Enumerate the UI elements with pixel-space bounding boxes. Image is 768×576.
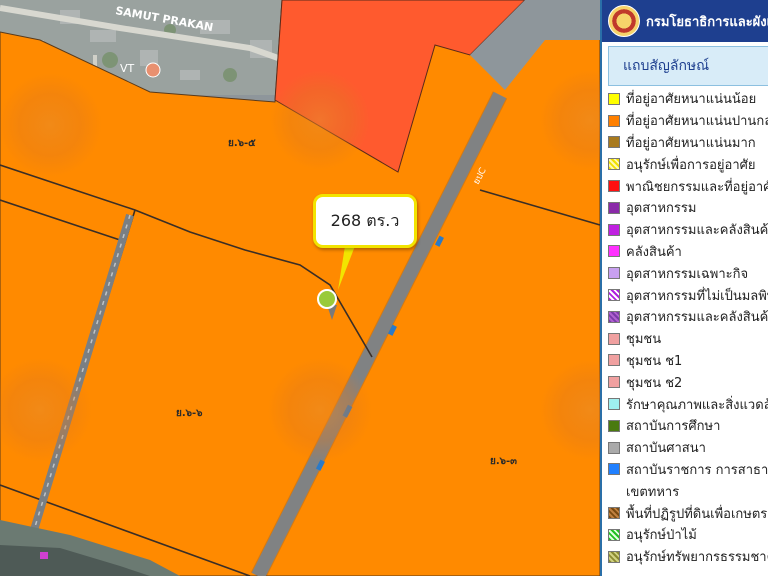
legend-swatch bbox=[608, 289, 620, 302]
legend-item: คลังสินค้า bbox=[608, 241, 768, 263]
legend-swatch bbox=[608, 398, 620, 411]
legend-item: อุตสาหกรรมเฉพาะกิจ bbox=[608, 262, 768, 284]
legend-swatch bbox=[608, 332, 620, 345]
legend-header-title: กรมโยธาธิการและผังเมือง bbox=[646, 14, 768, 30]
legend-item-label: สถาบันศาสนา bbox=[626, 441, 706, 457]
legend-item: อนุรักษ์ป่าไม้ bbox=[608, 524, 768, 546]
legend-item-label: อุตสาหกรรมและคลังสินค้า bbox=[626, 310, 768, 326]
legend-panel: กรมโยธาธิการและผังเมือง แถบสัญลักษณ์ ที่… bbox=[600, 0, 768, 576]
legend-item-label: รักษาคุณภาพและสิ่งแวดล้อม bbox=[626, 397, 768, 413]
legend-item-label: อุตสาหกรรมเฉพาะกิจ bbox=[626, 266, 749, 282]
legend-item: พื้นที่ปฏิรูปที่ดินเพื่อเกษตรกรรม bbox=[608, 502, 768, 524]
legend-item: ชุมชน ช2 bbox=[608, 371, 768, 393]
legend-swatch bbox=[608, 485, 620, 497]
legend-item: ชุมชน bbox=[608, 328, 768, 350]
legend-item: สถาบันราชการ การสาธารณูปโภค bbox=[608, 459, 768, 481]
legend-item: ที่อยู่อาศัยหนาแน่นปานกลาง bbox=[608, 110, 768, 132]
legend-swatch bbox=[608, 158, 620, 171]
legend-swatch bbox=[608, 114, 620, 127]
legend-title: แถบสัญลักษณ์ bbox=[608, 46, 768, 86]
legend-swatch bbox=[608, 92, 620, 105]
poi-icon[interactable] bbox=[145, 62, 161, 78]
zone-label-2: ย.๖-๖ bbox=[176, 408, 203, 419]
legend-item-label: ที่อยู่อาศัยหนาแน่นมาก bbox=[626, 135, 756, 151]
legend-item-label: ชุมชน ช2 bbox=[626, 375, 683, 391]
legend-swatch bbox=[608, 136, 620, 149]
legend-item-label: พื้นที่ปฏิรูปที่ดินเพื่อเกษตรกรรม bbox=[626, 506, 768, 522]
legend-swatch bbox=[608, 245, 620, 258]
legend-swatch bbox=[608, 528, 620, 541]
legend-item: สถาบันศาสนา bbox=[608, 437, 768, 459]
zone-label-1: ย.๖-๕ bbox=[228, 138, 256, 149]
legend-swatch bbox=[608, 376, 620, 389]
department-seal-icon bbox=[608, 5, 640, 37]
legend-item-label: ที่อยู่อาศัยหนาแน่นปานกลาง bbox=[626, 114, 768, 130]
zone-label-3: ย.๖-๓ bbox=[490, 456, 517, 467]
legend-item-label: เขตทหาร bbox=[626, 484, 680, 500]
place-label-vt: VT bbox=[120, 62, 135, 75]
legend-swatch bbox=[608, 419, 620, 432]
legend-swatch bbox=[608, 223, 620, 236]
legend-item: รักษาคุณภาพและสิ่งแวดล้อม bbox=[608, 393, 768, 415]
legend-swatch bbox=[608, 310, 620, 323]
legend-item: อุตสาหกรรมที่ไม่เป็นมลพิษ bbox=[608, 284, 768, 306]
legend-swatch bbox=[608, 354, 620, 367]
legend-item-label: อุตสาหกรรมที่ไม่เป็นมลพิษ bbox=[626, 288, 768, 304]
legend-item-label: อนุรักษ์ทรัพยากรธรรมชาติ bbox=[626, 550, 768, 566]
legend-item-label: ชุมชน ช1 bbox=[626, 353, 683, 369]
legend-item-label: ชุมชน bbox=[626, 332, 662, 348]
legend-swatch bbox=[608, 550, 620, 563]
legend-item: เขตทหาร bbox=[608, 480, 768, 502]
legend-item-label: สถาบันการศึกษา bbox=[626, 419, 721, 435]
legend-header: กรมโยธาธิการและผังเมือง bbox=[602, 0, 768, 42]
legend-item-label: คลังสินค้า bbox=[626, 244, 682, 260]
legend-item-label: สถาบันราชการ การสาธารณูปโภค bbox=[626, 462, 768, 478]
legend-item: อนุรักษ์เพื่อการอยู่อาศัย bbox=[608, 153, 768, 175]
legend-item-label: อุตสาหกรรมและคลังสินค้า bbox=[626, 223, 768, 239]
legend-item: อุตสาหกรรม bbox=[608, 197, 768, 219]
area-callout-text: 268 ตร.ว bbox=[330, 210, 400, 230]
legend-item-label: อนุรักษ์เพื่อการอยู่อาศัย bbox=[626, 157, 756, 173]
legend-item-label: อนุรักษ์ป่าไม้ bbox=[626, 528, 697, 544]
area-callout[interactable]: 268 ตร.ว bbox=[313, 194, 417, 248]
legend-swatch bbox=[608, 507, 620, 520]
legend-swatch bbox=[608, 267, 620, 280]
legend-list: ที่อยู่อาศัยหนาแน่นน้อยที่อยู่อาศัยหนาแน… bbox=[608, 88, 768, 568]
legend-item: ชุมชน ช1 bbox=[608, 350, 768, 372]
legend-swatch bbox=[608, 463, 620, 476]
legend-item: อุตสาหกรรมและคลังสินค้า bbox=[608, 219, 768, 241]
legend-item: สถาบันการศึกษา bbox=[608, 415, 768, 437]
legend-item: ที่อยู่อาศัยหนาแน่นน้อย bbox=[608, 88, 768, 110]
legend-item: พาณิชยกรรมและที่อยู่อาศัย bbox=[608, 175, 768, 197]
legend-item: ที่อยู่อาศัยหนาแน่นมาก bbox=[608, 132, 768, 154]
legend-swatch bbox=[608, 201, 620, 214]
legend-swatch bbox=[608, 180, 620, 193]
legend-item: อุตสาหกรรมและคลังสินค้า bbox=[608, 306, 768, 328]
legend-swatch bbox=[608, 441, 620, 454]
legend-item-label: ที่อยู่อาศัยหนาแน่นน้อย bbox=[626, 92, 757, 108]
legend-item-label: อุตสาหกรรม bbox=[626, 201, 697, 217]
legend-item: อนุรักษ์ทรัพยากรธรรมชาติ bbox=[608, 546, 768, 568]
legend-item-label: พาณิชยกรรมและที่อยู่อาศัย bbox=[626, 179, 768, 195]
